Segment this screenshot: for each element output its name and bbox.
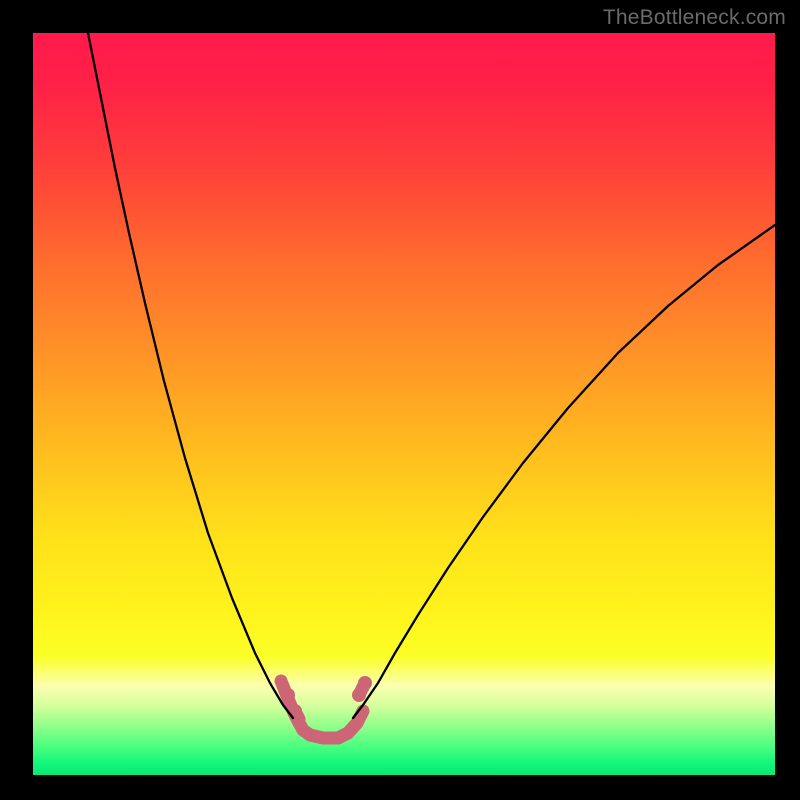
plot-area [33, 33, 775, 775]
frame: TheBottleneck.com [0, 0, 800, 800]
background-gradient [33, 33, 775, 775]
watermark-text: TheBottleneck.com [603, 6, 786, 30]
